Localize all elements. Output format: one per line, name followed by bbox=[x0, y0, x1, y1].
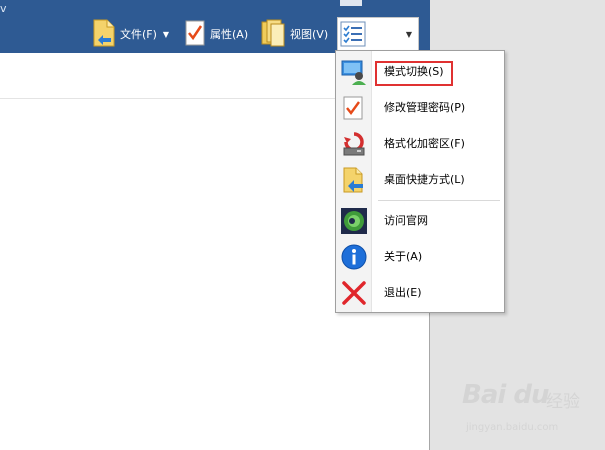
menu-item-exit[interactable]: 退出(E) bbox=[336, 276, 504, 310]
menu-item-mode-switch[interactable]: 模式切换(S) bbox=[336, 55, 504, 89]
watermark-logo: Bai du bbox=[462, 380, 549, 410]
watermark-url: jingyan.baidu.com bbox=[466, 422, 559, 433]
menu-separator bbox=[378, 200, 500, 201]
menu-item-official-site[interactable]: 访问官网 bbox=[336, 204, 504, 238]
title-bar: v 文件(F) ▼ 属性(A) 视图(V) ▼ bbox=[0, 0, 430, 53]
chevron-down-icon: ▼ bbox=[405, 30, 412, 39]
shortcut-icon bbox=[341, 167, 367, 193]
website-icon bbox=[341, 208, 367, 234]
properties-label: 属性(A) bbox=[210, 28, 249, 41]
dropdown-menu: 模式切换(S) 修改管理密码(P) 格式化加密区(F) 桌面快捷方式(L) 访问… bbox=[335, 50, 505, 313]
menu-item-change-password[interactable]: 修改管理密码(P) bbox=[336, 91, 504, 125]
menu-list-icon bbox=[340, 21, 366, 51]
password-check-icon bbox=[341, 95, 367, 121]
documents-icon bbox=[260, 18, 286, 51]
chevron-down-icon: ▼ bbox=[162, 29, 170, 39]
view-label: 视图(V) bbox=[290, 28, 329, 41]
menu-item-about[interactable]: 关于(A) bbox=[336, 240, 504, 274]
file-menu-label: 文件(F) bbox=[120, 28, 157, 41]
highlight-annotation bbox=[375, 61, 453, 86]
file-menu-button[interactable]: 文件(F) ▼ bbox=[92, 17, 169, 51]
view-button[interactable]: 视图(V) bbox=[260, 17, 328, 51]
properties-button[interactable]: 属性(A) bbox=[184, 17, 248, 51]
main-menu-button[interactable]: ▼ bbox=[337, 17, 419, 51]
checklist-icon bbox=[184, 19, 206, 50]
menu-item-label: 桌面快捷方式(L) bbox=[384, 173, 465, 186]
file-arrow-icon bbox=[92, 18, 116, 51]
menu-item-label: 关于(A) bbox=[384, 250, 423, 263]
menu-item-label: 退出(E) bbox=[384, 286, 422, 299]
baidu-watermark: Bai du 经验 jingyan.baidu.com bbox=[462, 380, 600, 440]
menu-item-label: 格式化加密区(F) bbox=[384, 137, 465, 150]
menu-item-format-encrypted[interactable]: 格式化加密区(F) bbox=[336, 127, 504, 161]
window-control-edge bbox=[340, 0, 362, 6]
toolbar: 文件(F) ▼ 属性(A) 视图(V) ▼ bbox=[90, 17, 428, 51]
watermark-text: 经验 bbox=[546, 392, 580, 412]
menu-item-label: 修改管理密码(P) bbox=[384, 101, 466, 114]
mode-switch-icon bbox=[341, 59, 367, 85]
format-drive-icon bbox=[341, 131, 367, 157]
menu-item-desktop-shortcut[interactable]: 桌面快捷方式(L) bbox=[336, 163, 504, 197]
exit-icon bbox=[341, 280, 367, 306]
info-icon bbox=[341, 244, 367, 270]
menu-item-label: 访问官网 bbox=[384, 214, 428, 227]
window-title-fragment: v bbox=[0, 2, 7, 15]
